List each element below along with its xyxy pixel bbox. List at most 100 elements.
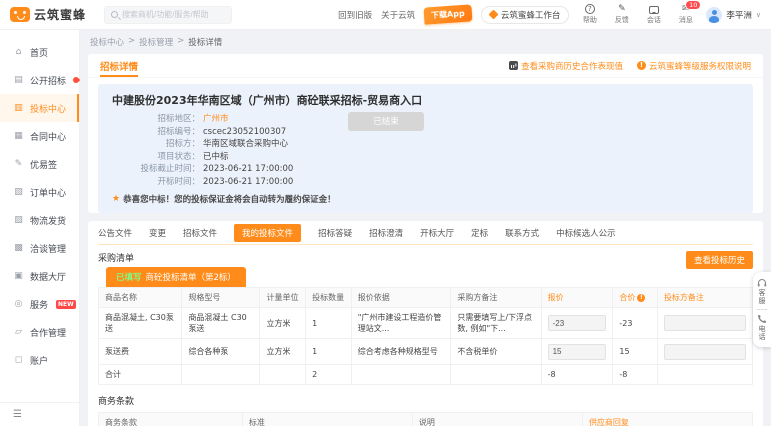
status-ended-button[interactable]: 已结束 [348, 112, 424, 131]
new-badge: NEW [56, 300, 76, 309]
purchase-list-title: 采购清单 [98, 251, 134, 264]
tab-winner-announcement[interactable]: 中标候选人公示 [556, 227, 616, 239]
price-input[interactable] [548, 344, 606, 360]
sidebar: ⌂ 首页 ▤ 公开招标 ▥ 投标中心 ▦ 合同中心 ✎ 优易签 ▧ 订单中心 ▨… [0, 30, 80, 426]
old-version-link[interactable]: 回到旧版 [338, 9, 372, 21]
col-product-name: 商品名称 [99, 288, 182, 308]
detail-tabs: 公告文件 变更 招标文件 我的投标文件 招标答疑 招标澄清 开标大厅 定标 联系… [98, 221, 753, 245]
workbench-button[interactable]: 云筑蜜蜂工作台 [481, 6, 570, 24]
bee-icon [488, 10, 498, 20]
user-name: 李平洲 [726, 9, 752, 21]
help-button[interactable]: ? 帮助 [578, 4, 601, 25]
sidebar-item-data-hall[interactable]: ▣ 数据大厅 [0, 262, 79, 290]
tab-award[interactable]: 定标 [471, 227, 488, 239]
sidebar-item-bid-center[interactable]: ▥ 投标中心 [0, 94, 79, 122]
sidebar-item-service[interactable]: ◎ 服务 NEW [0, 290, 79, 318]
brand-name: 云筑蜜蜂 [34, 6, 86, 23]
sidebar-item-public-tender[interactable]: ▤ 公开招标 [0, 66, 79, 94]
service-icon: ◎ [13, 299, 24, 309]
info-icon: ! [637, 61, 646, 70]
sidebar-item-esign[interactable]: ✎ 优易签 [0, 150, 79, 178]
breadcrumb: 投标中心 > 投标管理 > 投标详情 [90, 36, 763, 48]
price-input[interactable] [548, 315, 606, 331]
amount-info-icon: ! [637, 294, 645, 302]
robot-logo-icon [10, 7, 30, 22]
service-level-link[interactable]: ! 云筑蜜蜂等级服务权限说明 [637, 60, 751, 72]
lot-tab[interactable]: 已填写 商砼投标清单（第2标） [106, 267, 246, 287]
chat-button[interactable]: 会话 [642, 5, 665, 25]
project-status: 已中标 [203, 151, 229, 164]
breadcrumb-bid-center[interactable]: 投标中心 [90, 36, 124, 48]
contract-icon: ▦ [13, 131, 24, 141]
sidebar-item-negotiation[interactable]: ▩ 洽谈管理 [0, 234, 79, 262]
breadcrumb-bid-management[interactable]: 投标管理 [139, 36, 173, 48]
float-contact-widget: 客服 电话 [753, 272, 771, 347]
tab-announcement-files[interactable]: 公告文件 [98, 227, 132, 239]
tender-number: cscec23052100307 [203, 126, 286, 139]
star-icon: ★ [112, 194, 120, 204]
col-buyer-note: 采购方备注 [451, 288, 541, 308]
business-terms-table: 商务条款 标准 说明 供应商回复 暂无数据 [98, 412, 753, 426]
sidebar-item-home[interactable]: ⌂ 首页 [0, 38, 79, 66]
col-price: 报价 [541, 288, 613, 308]
tab-contact[interactable]: 联系方式 [505, 227, 539, 239]
tab-tender-qa[interactable]: 招标答疑 [318, 227, 352, 239]
sidebar-item-contract-center[interactable]: ▦ 合同中心 [0, 122, 79, 150]
tender-detail-card: 招标详情 查看采购商历史合作表现值 ! 云筑蜜蜂等级服务权限说明 中建股份202… [88, 54, 763, 213]
search-input[interactable] [122, 10, 225, 19]
col-basis: 报价依据 [351, 288, 451, 308]
about-link[interactable]: 关于云筑 [381, 9, 415, 21]
feedback-button[interactable]: ✎ 反馈 [610, 4, 633, 25]
global-search[interactable] [104, 6, 232, 24]
total-row: 合计 2 -8 -8 [99, 365, 753, 385]
help-icon: ? [585, 4, 595, 14]
download-app-badge[interactable]: 下载App [424, 4, 473, 24]
bid-content-card: 公告文件 变更 招标文件 我的投标文件 招标答疑 招标澄清 开标大厅 定标 联系… [88, 221, 763, 426]
tab-tender-files[interactable]: 招标文件 [183, 227, 217, 239]
col-amount: 合价! [613, 288, 658, 308]
top-bar: 云筑蜜蜂 回到旧版 关于云筑 下载App 云筑蜜蜂工作台 ? 帮助 ✎ 反馈 会… [0, 0, 771, 30]
tab-changes[interactable]: 变更 [149, 227, 166, 239]
order-icon: ▧ [13, 187, 24, 197]
esign-icon: ✎ [13, 159, 24, 169]
message-button[interactable]: ✉ 10 消息 [674, 4, 697, 25]
table-row: 泵送费 综合各种泵 立方米 1 综合考虑各种规格型号 不含税单价 15 [99, 339, 753, 365]
logistics-icon: ▨ [13, 215, 24, 225]
bid-items-table: 商品名称 规格型号 计量单位 投标数量 报价依据 采购方备注 报价 合价! 投标… [98, 287, 753, 385]
tab-tender-detail[interactable]: 招标详情 [100, 54, 138, 77]
data-icon: ▣ [13, 271, 24, 281]
message-count-badge: 10 [685, 0, 701, 10]
buyer-history-link[interactable]: 查看采购商历史合作表现值 [509, 60, 623, 72]
tab-my-bid-files[interactable]: 我的投标文件 [234, 224, 301, 242]
sidebar-item-cooperation[interactable]: ▱ 合作管理 [0, 318, 79, 346]
win-notice: ★ 恭喜您中标！您的投标保证金将会自动转为履约保证金！ [112, 193, 739, 205]
sidebar-item-account[interactable]: ◻ 账户 [0, 346, 79, 374]
report-icon [509, 61, 518, 70]
col-unit: 计量单位 [260, 288, 306, 308]
negotiation-icon: ▩ [13, 243, 24, 253]
tab-bid-opening-hall[interactable]: 开标大厅 [420, 227, 454, 239]
col-supplier-note: 投标方备注 [657, 288, 752, 308]
user-menu[interactable]: 李平洲 ∨ [706, 7, 761, 23]
view-bid-history-button[interactable]: 查看投标历史 [686, 251, 753, 269]
col-spec: 规格型号 [182, 288, 260, 308]
chat-icon [649, 6, 659, 14]
chevron-down-icon: ∨ [756, 11, 761, 19]
supplier-note-input[interactable] [664, 315, 746, 331]
feedback-icon: ✎ [618, 4, 626, 14]
tab-tender-clarification[interactable]: 招标澄清 [369, 227, 403, 239]
phone-button[interactable]: 电话 [757, 314, 767, 341]
divider [757, 309, 767, 310]
avatar [706, 7, 722, 23]
cooperation-icon: ▱ [13, 327, 24, 337]
sidebar-item-logistics[interactable]: ▨ 物流发货 [0, 206, 79, 234]
supplier-note-input[interactable] [664, 344, 746, 360]
sidebar-item-order-center[interactable]: ▧ 订单中心 [0, 178, 79, 206]
sidebar-collapse-button[interactable]: ☰ [0, 402, 79, 426]
customer-service-button[interactable]: 客服 [757, 278, 767, 305]
brand-logo[interactable]: 云筑蜜蜂 [10, 6, 86, 23]
tender-info-panel: 中建股份2023年华南区域（广州市）商砼联采招标-贸易商入口 招标地区：广州市 … [98, 84, 753, 213]
main-content: 投标中心 > 投标管理 > 投标详情 招标详情 查看采购商历史合作表现值 ! 云… [80, 30, 771, 426]
tender-party: 华南区域联合采购中心 [203, 138, 288, 151]
account-icon: ◻ [13, 355, 24, 365]
